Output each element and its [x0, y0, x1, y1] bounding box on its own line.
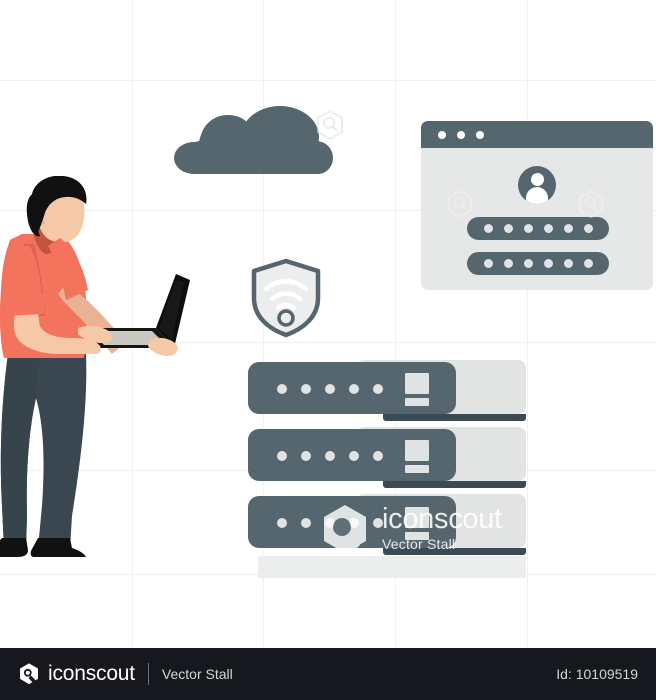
server-panel [405, 440, 429, 461]
password-dot [543, 259, 553, 268]
server-unit-shadow [383, 481, 526, 488]
password-dot [563, 224, 573, 233]
password-dot [523, 224, 533, 233]
server-unit-shadow [383, 548, 526, 555]
server-led [325, 451, 335, 461]
password-dot [503, 224, 513, 233]
server-led [373, 384, 383, 394]
footer-brand: iconscout [48, 662, 135, 685]
password-dot [583, 259, 593, 268]
server-unit-1[interactable] [248, 360, 526, 422]
server-panel [405, 507, 429, 528]
server-led [373, 451, 383, 461]
footer-asset-id: Id: 10109519 [556, 666, 638, 682]
titlebar-dot [457, 131, 465, 139]
server-panel-slot [405, 398, 429, 406]
password-dot [543, 224, 553, 233]
iconscout-hexagon-icon [316, 109, 344, 145]
avatar-body [526, 187, 548, 204]
server-unit-2[interactable] [248, 427, 526, 489]
server-unit-front [248, 429, 456, 481]
server-panel-slot [405, 532, 429, 540]
server-led [349, 384, 359, 394]
grid-line-horizontal [0, 80, 656, 81]
titlebar-dot [438, 131, 446, 139]
server-led [301, 518, 311, 528]
server-led [277, 451, 287, 461]
iconscout-hexagon-icon [20, 663, 38, 685]
server-led [277, 384, 287, 394]
server-led [349, 451, 359, 461]
footer-contributor: Vector Stall [161, 666, 233, 682]
footer-divider [147, 663, 149, 685]
password-dot [523, 259, 533, 268]
server-panel [405, 373, 429, 394]
avatar [518, 166, 556, 204]
password-dot [483, 259, 493, 268]
iconscout-hexagon-icon [447, 189, 473, 223]
wifi-security-shield-icon [248, 258, 324, 338]
illustration-canvas: iconscout Vector Stall iconscout Vector … [0, 0, 656, 700]
password-dot [583, 224, 593, 233]
grid-line-vertical [527, 0, 528, 648]
server-rack-stack [248, 360, 526, 578]
server-unit-front [248, 362, 456, 414]
server-panel-slot [405, 465, 429, 473]
server-unit-3[interactable] [248, 494, 526, 556]
man-with-laptop-illustration [0, 175, 190, 564]
password-field-2[interactable] [467, 252, 609, 275]
server-led [301, 384, 311, 394]
server-led [373, 518, 383, 528]
server-led [349, 518, 359, 528]
server-stack-base [258, 556, 526, 578]
server-led [325, 384, 335, 394]
password-dot [563, 259, 573, 268]
server-led [277, 518, 287, 528]
titlebar-dot [476, 131, 484, 139]
password-dot [503, 259, 513, 268]
server-led [325, 518, 335, 528]
server-unit-shadow [383, 414, 526, 421]
cloud-icon [168, 92, 333, 174]
server-unit-front [248, 496, 456, 548]
password-dot [483, 224, 493, 233]
window-titlebar [421, 121, 653, 148]
footer-bar: iconscout Vector Stall Id: 10109519 [0, 648, 656, 700]
avatar-head [530, 173, 544, 186]
server-led [301, 451, 311, 461]
iconscout-hexagon-icon [578, 189, 604, 223]
